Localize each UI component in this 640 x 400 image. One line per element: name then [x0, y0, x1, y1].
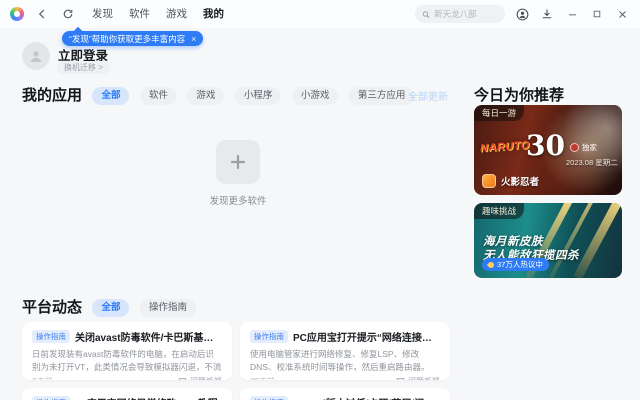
filter-games[interactable]: 游戏 [187, 87, 225, 105]
article-tag: 操作指南 [32, 330, 70, 343]
daily-date: 2023.08 星期二 [566, 158, 618, 167]
daily-badge: 每日一游 [474, 105, 525, 121]
hot-topic-pill[interactable]: 37万人热议中 [482, 258, 549, 271]
exclusive-label: 独家 [582, 143, 597, 152]
article-header: 操作指南 pc应用宝网络异常修改DNS教程 [32, 395, 222, 400]
search-box[interactable] [415, 5, 505, 23]
game-app-icon [482, 174, 496, 188]
app-logo-icon[interactable] [10, 7, 24, 21]
search-input[interactable] [434, 9, 498, 19]
main-nav: 发现 软件 游戏 我的 [84, 0, 232, 28]
feedback-link[interactable]: 问题反馈 [396, 376, 440, 380]
article-body: 日前发现装有avast防毒软件的电脑，在启动后识别为未打开VT，此类情况会导致模… [32, 349, 222, 372]
article-tag: 操作指南 [250, 330, 288, 343]
feed-grid: 操作指南 关闭avast防毒软件/卡巴斯基减少卡顿现象 日前发现装有avast防… [22, 322, 450, 400]
feed-title: 平台动态 [22, 299, 83, 316]
comment-icon [396, 378, 405, 380]
article-footer: 2天前 问题反馈 [32, 376, 222, 380]
article-time: 2天前 [32, 376, 52, 380]
article-title: 关闭avast防毒软件/卡巴斯基减少卡顿现象 [75, 333, 222, 344]
feed-filter-all[interactable]: 全部 [92, 299, 130, 317]
article-title: pc应用宝网络异常修改DNS教程 [75, 395, 218, 400]
plus-icon [230, 154, 246, 170]
daily-game-card[interactable]: 每日一游 NARUTO 30 独家 2023.08 星期二 火影忍者 [474, 105, 622, 195]
daily-game-name: 火影忍者 [501, 177, 540, 188]
comment-icon [178, 378, 187, 380]
tooltip-text: “发现”帮助你获取更多丰富内容 [69, 33, 186, 44]
minimize-icon[interactable] [564, 6, 580, 22]
article-time: 29天前 [250, 376, 275, 380]
app-window: 发现 软件 游戏 我的 “发现”帮助你获取更多丰富内容 × [0, 0, 640, 400]
gold-streak [573, 203, 622, 278]
hot-topic-stat: 37万人热议中 [497, 260, 543, 269]
article-card[interactable]: 操作指南 关闭avast防毒软件/卡巴斯基减少卡顿现象 日前发现装有avast防… [22, 322, 232, 380]
back-icon[interactable] [34, 6, 50, 22]
my-apps-title: 我的应用 [22, 87, 83, 104]
article-card[interactable]: 操作指南 opengl版本过低/卡死/花屏/闪退，升级显卡驱动… [240, 388, 450, 400]
recommend-title: 今日为你推荐 [474, 87, 565, 104]
maximize-icon[interactable] [589, 6, 605, 22]
tooltip-close-icon[interactable]: × [191, 34, 196, 44]
discover-tooltip: “发现”帮助你获取更多丰富内容 × [62, 31, 204, 46]
naruto-logo: NARUTO [479, 139, 531, 155]
exclusive-badge: 独家 [570, 142, 597, 153]
download-icon[interactable] [539, 6, 555, 22]
article-tag: 操作指南 [250, 396, 288, 400]
feed-filter-guide[interactable]: 操作指南 [139, 299, 196, 317]
flame-icon [486, 260, 496, 269]
topbar: 发现 软件 游戏 我的 [0, 0, 640, 28]
tab-mine[interactable]: 我的 [195, 0, 232, 28]
tab-games[interactable]: 游戏 [158, 0, 195, 28]
tab-software[interactable]: 软件 [121, 0, 158, 28]
avatar[interactable] [22, 42, 50, 70]
challenge-card[interactable]: 趣味挑战 海月新皮肤 无人能敌狂揽四杀 37万人热议中 [474, 203, 622, 278]
daily-game-row: 火影忍者 [482, 174, 539, 188]
seal-icon [570, 143, 579, 152]
article-card[interactable]: 操作指南 PC应用宝打开提示“网络连接错误” 使用电脑管家进行网络修复、修复LS… [240, 322, 450, 380]
update-all-button[interactable]: 全部更新 [408, 88, 448, 103]
article-header: 操作指南 opengl版本过低/卡死/花屏/闪退，升级显卡驱动… [250, 395, 440, 400]
filter-minigames[interactable]: 小游戏 [291, 87, 339, 105]
daily-number: 30 [526, 129, 565, 162]
article-body: 使用电脑管家进行网络修复、修复LSP、修改DNS、校准系统时间等操作，然后重启路… [250, 349, 430, 372]
filter-thirdparty[interactable]: 第三方应用 [348, 87, 415, 105]
article-tag: 操作指南 [32, 396, 70, 400]
refresh-icon[interactable] [60, 6, 76, 22]
challenge-badge: 趣味挑战 [474, 203, 525, 219]
article-header: 操作指南 PC应用宝打开提示“网络连接错误” [250, 329, 440, 344]
filter-all[interactable]: 全部 [92, 87, 130, 105]
filter-miniprogram[interactable]: 小程序 [234, 87, 282, 105]
article-title: PC应用宝打开提示“网络连接错误” [293, 333, 440, 344]
add-apps-tile[interactable] [216, 140, 260, 184]
feed-section-header: 平台动态 全部 操作指南 [22, 296, 450, 317]
person-icon [30, 51, 42, 62]
tab-discover[interactable]: 发现 [84, 0, 121, 28]
feedback-link[interactable]: 问题反馈 [178, 376, 222, 380]
search-icon [422, 10, 430, 18]
user-icon[interactable] [514, 6, 530, 22]
account-pill[interactable]: 换机迁移 > [57, 61, 110, 74]
article-header: 操作指南 关闭avast防毒软件/卡巴斯基减少卡顿现象 [32, 329, 222, 344]
article-footer: 29天前 问题反馈 [250, 376, 440, 380]
filter-software[interactable]: 软件 [139, 87, 177, 105]
feedback-label: 问题反馈 [408, 376, 440, 380]
article-card[interactable]: 操作指南 pc应用宝网络异常修改DNS教程 [22, 388, 232, 400]
close-icon[interactable] [614, 6, 630, 22]
article-title: opengl版本过低/卡死/花屏/闪退，升级显卡驱动… [293, 395, 440, 400]
discover-more-label: 发现更多软件 [209, 196, 267, 207]
feedback-label: 问题反馈 [190, 376, 222, 380]
my-apps-section-header: 我的应用 全部 软件 游戏 小程序 小游戏 第三方应用 全部更新 [22, 84, 448, 105]
